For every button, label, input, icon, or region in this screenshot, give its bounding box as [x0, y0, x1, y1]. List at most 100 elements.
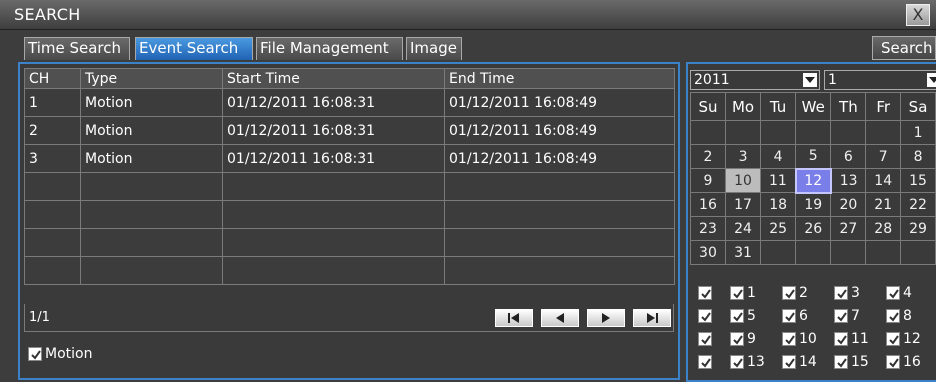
channel-number: 2: [799, 285, 808, 301]
cell-end-time: 01/12/2011 16:08:49: [444, 116, 675, 145]
channel-checkbox[interactable]: 14: [782, 354, 817, 370]
checkmark-icon: [837, 358, 847, 368]
next-page-icon: [602, 313, 610, 323]
close-icon: X: [912, 5, 924, 24]
calendar-day[interactable]: 22: [900, 192, 936, 217]
calendar-day[interactable]: 15: [900, 168, 936, 193]
channel-row: 9 10 11 12: [692, 328, 936, 350]
calendar-empty: [865, 120, 902, 145]
last-page-icon: [647, 313, 658, 323]
prev-page-button[interactable]: [541, 309, 579, 327]
calendar-day[interactable]: 27: [830, 216, 867, 241]
channel-checkbox[interactable]: 11: [834, 331, 869, 347]
calendar-day[interactable]: 9: [690, 168, 726, 193]
checkmark-icon: [31, 350, 41, 360]
first-page-button[interactable]: [495, 309, 533, 327]
calendar-day[interactable]: 21: [865, 192, 902, 217]
tab-event-search[interactable]: Event Search: [135, 37, 253, 60]
calendar-day[interactable]: 8: [900, 144, 936, 169]
prev-page-icon: [556, 313, 564, 323]
channel-checkbox[interactable]: 5: [730, 308, 756, 324]
month-select[interactable]: 1: [824, 70, 936, 90]
calendar-day[interactable]: 18: [760, 192, 797, 217]
calendar-day[interactable]: 31: [724, 240, 762, 265]
channel-checkbox[interactable]: 16: [886, 354, 921, 370]
channel-row-select-all[interactable]: [698, 354, 712, 370]
close-button[interactable]: X: [906, 4, 930, 26]
calendar-day[interactable]: 16: [690, 192, 726, 217]
calendar-panel: 2011 1 Su Mo Tu We Th Fr Sa 1 2 3 4 5 6 7 8 9 10 11 12 13 14…: [686, 62, 936, 382]
calendar-day[interactable]: 4: [760, 144, 797, 169]
calendar-day[interactable]: 29: [900, 216, 936, 241]
channel-checkbox[interactable]: 1: [730, 285, 756, 301]
channel-number: 8: [903, 308, 912, 324]
column-header-ch: CH: [24, 68, 81, 89]
checkmark-icon: [701, 289, 711, 299]
calendar-day[interactable]: 3: [724, 144, 762, 169]
channel-checkbox[interactable]: 8: [886, 308, 912, 324]
channel-checkbox[interactable]: 13: [730, 354, 765, 370]
calendar-day[interactable]: 24: [724, 216, 762, 241]
next-page-button[interactable]: [587, 309, 625, 327]
channel-checkbox[interactable]: 7: [834, 308, 860, 324]
checkmark-icon: [733, 312, 743, 322]
channel-number: 13: [747, 354, 765, 370]
table-row[interactable]: 1 Motion 01/12/2011 16:08:31 01/12/2011 16:…: [24, 88, 675, 117]
cell-type: [80, 172, 223, 201]
calendar-day[interactable]: 26: [795, 216, 832, 241]
checkmark-icon: [733, 335, 743, 345]
calendar-day[interactable]: 13: [830, 168, 867, 193]
calendar-day[interactable]: 6: [830, 144, 867, 169]
table-row[interactable]: [24, 200, 675, 229]
calendar-day[interactable]: 1: [900, 120, 936, 145]
channel-checkbox[interactable]: 6: [782, 308, 808, 324]
tab-file-management[interactable]: File Management: [256, 37, 403, 60]
calendar-day[interactable]: 11: [760, 168, 797, 193]
last-page-button[interactable]: [633, 309, 671, 327]
channel-checkbox[interactable]: 2: [782, 285, 808, 301]
table-row[interactable]: 2 Motion 01/12/2011 16:08:31 01/12/2011 16:…: [24, 116, 675, 145]
search-button[interactable]: Search: [872, 36, 936, 60]
cell-start-time: [222, 172, 445, 201]
calendar-week: 1: [690, 120, 936, 145]
channel-checkbox[interactable]: 3: [834, 285, 860, 301]
checkmark-icon: [701, 312, 711, 322]
table-row[interactable]: 3 Motion 01/12/2011 16:08:31 01/12/2011 16:…: [24, 144, 675, 173]
channel-row-select-all[interactable]: [698, 285, 712, 301]
motion-filter[interactable]: Motion: [28, 346, 92, 362]
channel-checkbox[interactable]: 15: [834, 354, 869, 370]
calendar-day[interactable]: 30: [690, 240, 726, 265]
calendar-day[interactable]: 23: [690, 216, 726, 241]
calendar-day[interactable]: 10: [724, 168, 762, 193]
cell-ch: [24, 228, 81, 257]
calendar-day[interactable]: 2: [690, 144, 726, 169]
calendar-day[interactable]: 19: [795, 192, 832, 217]
table-row[interactable]: [24, 228, 675, 257]
checkmark-icon: [785, 289, 795, 299]
table-row[interactable]: [24, 256, 675, 285]
year-select[interactable]: 2011: [690, 70, 820, 90]
motion-checkbox[interactable]: [28, 347, 42, 361]
search-button-label: Search: [881, 39, 933, 57]
channel-row-select-all[interactable]: [698, 331, 712, 347]
weekday-label: We: [795, 92, 832, 121]
calendar-day[interactable]: 5: [795, 144, 832, 169]
channel-checkbox[interactable]: 12: [886, 331, 921, 347]
channel-checkbox[interactable]: 9: [730, 331, 756, 347]
tab-image[interactable]: Image: [406, 37, 462, 60]
calendar-day[interactable]: 20: [830, 192, 867, 217]
calendar-day[interactable]: 14: [865, 168, 902, 193]
calendar-week: 30 31: [690, 240, 936, 265]
calendar-day[interactable]: 7: [865, 144, 902, 169]
table-row[interactable]: [24, 172, 675, 201]
calendar-day[interactable]: 25: [760, 216, 797, 241]
channel-checkbox[interactable]: 10: [782, 331, 817, 347]
channel-checkbox[interactable]: 4: [886, 285, 912, 301]
calendar-day[interactable]: 17: [724, 192, 762, 217]
calendar-day[interactable]: 28: [865, 216, 902, 241]
tab-time-search[interactable]: Time Search: [24, 37, 130, 60]
calendar-day[interactable]: 12: [794, 167, 832, 194]
cell-end-time: 01/12/2011 16:08:49: [444, 88, 675, 117]
checkmark-icon: [785, 358, 795, 368]
channel-row-select-all[interactable]: [698, 308, 712, 324]
